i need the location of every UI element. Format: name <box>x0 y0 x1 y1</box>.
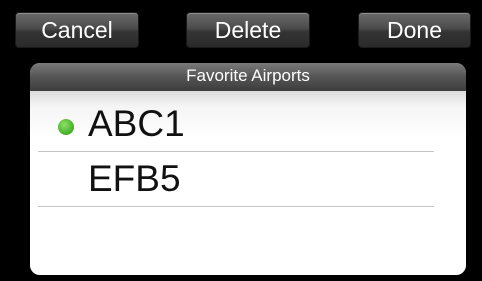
delete-button[interactable]: Delete <box>186 12 310 48</box>
panel-title: Favorite Airports <box>30 63 466 91</box>
active-indicator-icon <box>58 119 74 135</box>
done-button[interactable]: Done <box>358 12 471 48</box>
list-item-airport[interactable]: EFB5 <box>38 153 434 207</box>
cancel-button[interactable]: Cancel <box>15 12 139 48</box>
list-item-airport[interactable]: ABC1 <box>38 98 434 152</box>
airport-list: ABC1 EFB5 <box>30 91 466 275</box>
airport-code: EFB5 <box>88 158 181 199</box>
airport-code: ABC1 <box>88 103 185 144</box>
favorite-airports-panel: Favorite Airports ABC1 EFB5 <box>30 63 466 275</box>
screen: Cancel Delete Done Favorite Airports ABC… <box>0 0 482 281</box>
